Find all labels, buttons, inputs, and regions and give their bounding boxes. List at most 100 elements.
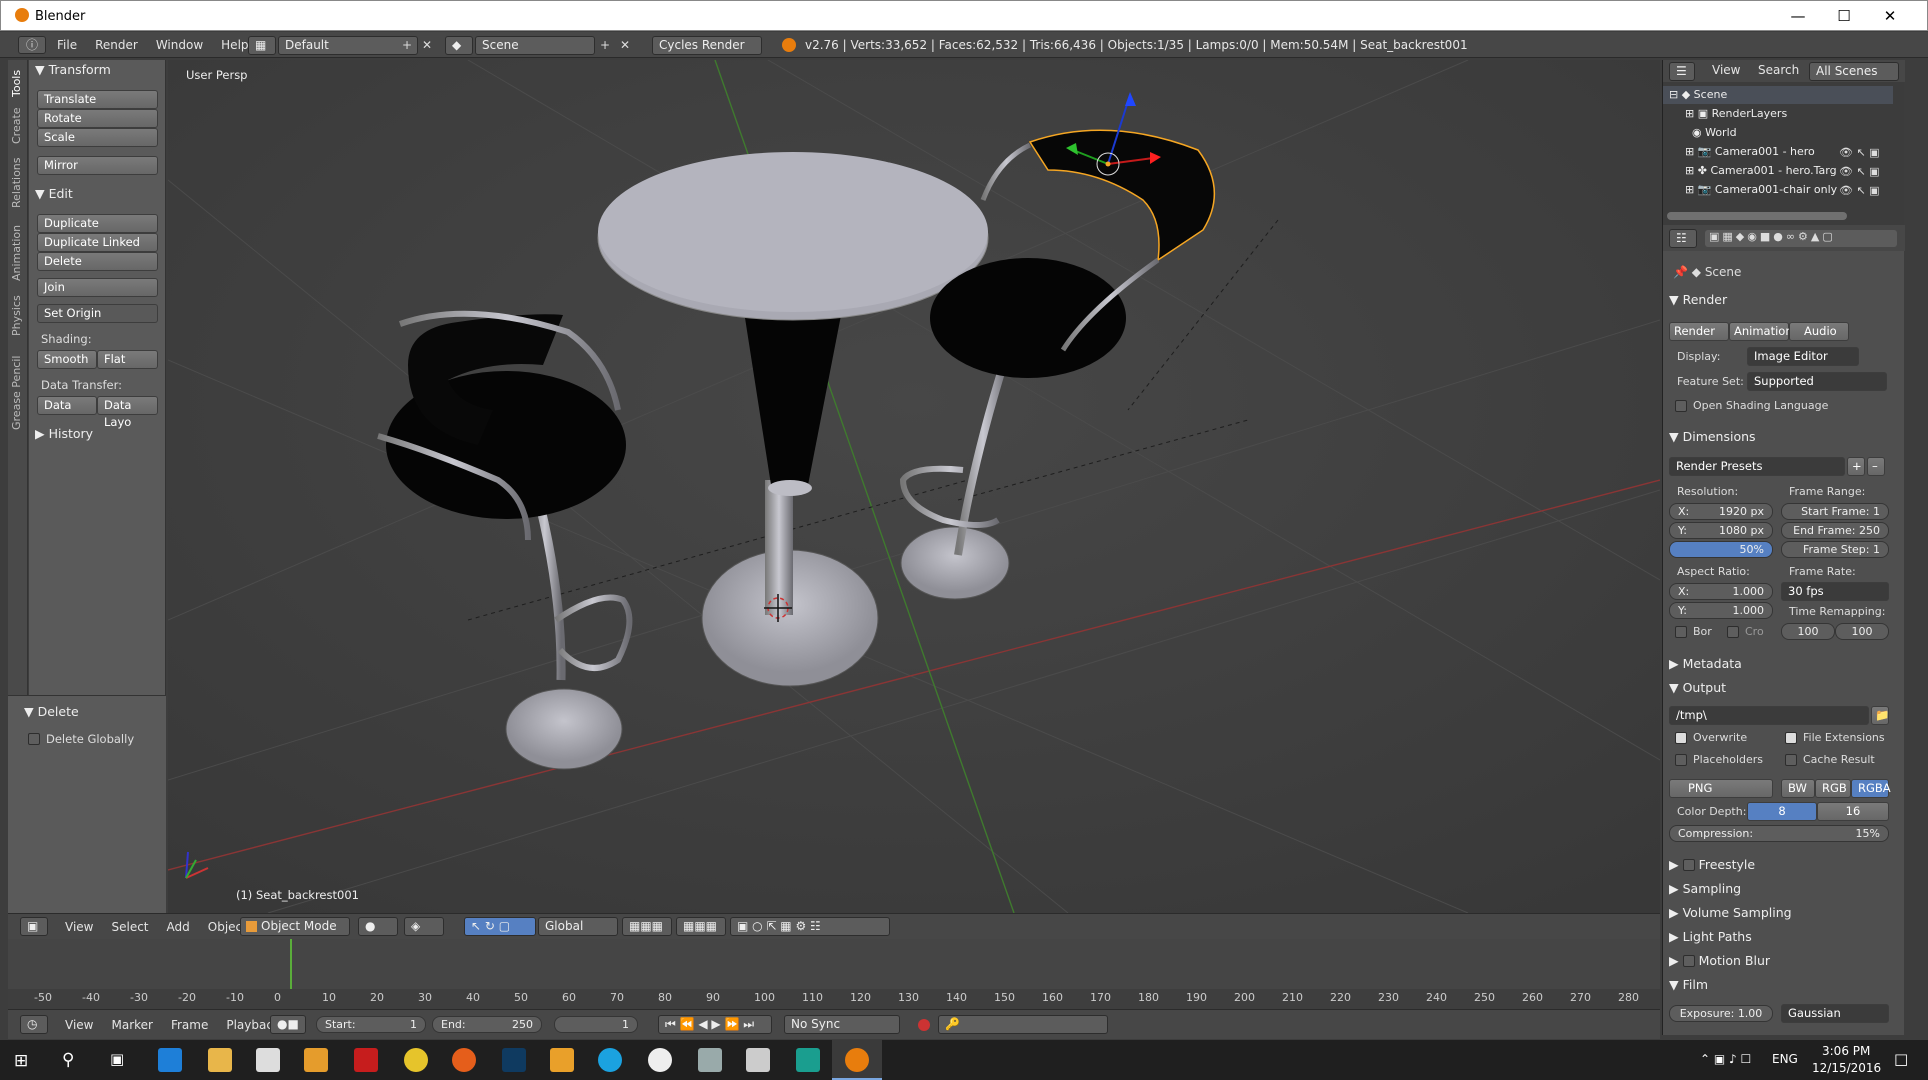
outliner-scrollbar[interactable] — [1667, 212, 1847, 220]
end-frame-input[interactable]: End Frame: 250 — [1781, 522, 1889, 539]
duplicate-linked-button[interactable]: Duplicate Linked — [37, 233, 158, 252]
add-scene-icon[interactable]: + — [600, 38, 610, 52]
volume-sampling-panel-header[interactable]: ▶ Volume Sampling — [1669, 905, 1792, 920]
film-panel-header[interactable]: ▼ Film — [1669, 977, 1708, 992]
tab-create[interactable]: Create — [10, 106, 26, 146]
visibility-eye-icon-2[interactable]: 👁 ↖ ▣ — [1839, 165, 1880, 178]
end-frame-field[interactable]: End: 250 — [432, 1016, 542, 1033]
menu-select[interactable]: Select — [102, 914, 157, 940]
tab-relations[interactable]: Relations — [10, 154, 26, 212]
outliner-view-menu[interactable]: View — [1703, 58, 1749, 82]
remove-preset-icon[interactable]: – — [1867, 457, 1885, 476]
tab-physics[interactable]: Physics — [10, 292, 26, 340]
editor-type-icon[interactable]: ⓘ — [18, 36, 46, 54]
scale-button[interactable]: Scale — [37, 128, 158, 147]
language-indicator[interactable]: ENG — [1772, 1052, 1798, 1066]
menu-frame[interactable]: Frame — [162, 1012, 217, 1038]
preview-range-icon[interactable]: ●■ — [270, 1015, 306, 1034]
add-preset-icon[interactable]: + — [1847, 457, 1865, 476]
resolution-percent-slider[interactable]: 50% — [1669, 541, 1773, 558]
transform-panel-header[interactable]: ▼ Transform — [29, 60, 111, 80]
cache-result-checkbox[interactable] — [1785, 754, 1797, 766]
motion-blur-checkbox[interactable] — [1682, 955, 1695, 967]
color-depth-8-button[interactable]: 8 — [1747, 802, 1817, 821]
playback-controls[interactable]: ⏮ ⏪ ◀ ▶ ⏩ ⏭ — [658, 1015, 772, 1034]
sampling-panel-header[interactable]: ▶ Sampling — [1669, 881, 1741, 896]
folder-icon[interactable]: 📁 — [1871, 706, 1889, 725]
layout-selector[interactable]: Default — [278, 36, 418, 55]
menu-file[interactable]: File — [48, 32, 86, 58]
store-icon[interactable] — [256, 1048, 280, 1072]
exposure-field[interactable]: Exposure: 1.00 — [1669, 1005, 1773, 1022]
editor-type-outliner-icon[interactable]: ☰ — [1669, 62, 1695, 81]
editor-type-3d-icon[interactable]: ▣ — [20, 917, 48, 936]
resolution-y-field[interactable]: Y: 1080 px — [1669, 522, 1773, 539]
crop-checkbox[interactable] — [1727, 626, 1739, 638]
edge-browser-icon[interactable] — [158, 1048, 182, 1072]
layers-grid-2[interactable]: ▦▦▦ — [676, 917, 726, 936]
visibility-eye-icon[interactable]: 👁 ↖ ▣ — [1839, 146, 1880, 159]
visibility-eye-icon-3[interactable]: 👁 ↖ ▣ — [1839, 184, 1880, 197]
delete-button[interactable]: Delete — [37, 252, 158, 271]
join-button[interactable]: Join — [37, 278, 158, 297]
delete-globally-checkbox[interactable] — [28, 733, 40, 745]
aspect-y-field[interactable]: Y: 1.000 — [1669, 602, 1773, 619]
start-frame-field[interactable]: Start: 1 — [316, 1016, 426, 1033]
fps-selector[interactable]: 30 fps — [1781, 582, 1889, 601]
pivot-point-icon[interactable]: ◈ — [404, 917, 444, 936]
remove-scene-icon[interactable]: ✕ — [620, 38, 630, 52]
placeholders-checkbox[interactable] — [1675, 754, 1687, 766]
light-paths-panel-header[interactable]: ▶ Light Paths — [1669, 929, 1752, 944]
camera-chair-item[interactable]: ⊞ 📷 Camera001-chair only — [1685, 183, 1837, 196]
freestyle-panel-header[interactable]: ▶ Freestyle — [1669, 857, 1755, 872]
outlook-icon[interactable] — [550, 1048, 574, 1072]
output-path-field[interactable]: /tmp\ — [1669, 706, 1869, 725]
overwrite-checkbox[interactable] — [1675, 732, 1687, 744]
frame-step-input[interactable]: Frame Step: 1 — [1781, 541, 1889, 558]
feature-set-selector[interactable]: Supported — [1747, 372, 1887, 391]
search-icon[interactable]: ⚲ — [62, 1050, 74, 1070]
motion-blur-panel-header[interactable]: ▶ Motion Blur — [1669, 953, 1770, 968]
file-explorer-icon[interactable] — [208, 1048, 232, 1072]
tray-icons[interactable]: ⌃ ▣ ♪ ☐ — [1700, 1052, 1751, 1066]
delete-operator-header[interactable]: ▼ Delete — [18, 702, 79, 722]
clock-time[interactable]: 3:06 PM — [1822, 1044, 1870, 1058]
blender-taskbar-icon[interactable] — [845, 1048, 869, 1072]
menu-render[interactable]: Render — [86, 32, 147, 58]
set-origin-dropdown[interactable]: Set Origin — [37, 304, 158, 323]
menu-window[interactable]: Window — [147, 32, 212, 58]
start-windows-icon[interactable]: ⊞ — [14, 1051, 28, 1071]
rgba-button[interactable]: RGBA — [1851, 779, 1891, 798]
animation-button[interactable]: Animation — [1729, 322, 1793, 341]
layers-grid-1[interactable]: ▦▦▦ — [622, 917, 672, 936]
audio-button[interactable]: Audio — [1789, 322, 1849, 341]
file-extensions-checkbox[interactable] — [1785, 732, 1797, 744]
duplicate-button[interactable]: Duplicate — [37, 214, 158, 233]
dimensions-panel-header[interactable]: ▼ Dimensions — [1669, 429, 1756, 444]
skype-icon[interactable] — [598, 1048, 622, 1072]
context-tabs-icons[interactable]: ▣▦◆◉■●∞⚙▲▢ — [1705, 230, 1897, 247]
render-button[interactable]: Render — [1669, 322, 1729, 341]
photoshop-icon[interactable] — [502, 1048, 526, 1072]
media-player-icon[interactable] — [304, 1048, 328, 1072]
shade-smooth-button[interactable]: Smooth — [37, 350, 97, 369]
render-engine-selector[interactable]: Cycles Render — [652, 36, 762, 55]
timeline-editor[interactable]: -50 -40 -30 -20 -10 0 10 20 30 40 50 60 70 80 90 100 110… — [8, 939, 1660, 1009]
metadata-panel-header[interactable]: ▶ Metadata — [1669, 656, 1742, 671]
history-panel-header[interactable]: ▶ History — [29, 424, 93, 444]
data-layout-button[interactable]: Data Layo — [97, 396, 158, 429]
filter-selector[interactable]: Gaussian — [1781, 1004, 1889, 1023]
acrobat-icon[interactable] — [354, 1048, 378, 1072]
output-panel-header[interactable]: ▼ Output — [1669, 680, 1726, 695]
border-checkbox[interactable] — [1675, 626, 1687, 638]
menu-timeline-view[interactable]: View — [56, 1012, 102, 1038]
viewport-shading-icon[interactable]: ● — [358, 917, 398, 936]
current-frame-field[interactable]: 1 — [554, 1016, 638, 1033]
chrome-icon[interactable] — [404, 1048, 428, 1072]
render-presets-selector[interactable]: Render Presets — [1669, 457, 1845, 476]
rgb-button[interactable]: RGB — [1815, 779, 1851, 798]
sync-selector[interactable]: No Sync — [784, 1015, 900, 1034]
display-selector[interactable]: Image Editor — [1747, 347, 1859, 366]
close-button[interactable]: ✕ — [1867, 4, 1913, 28]
firefox-icon[interactable] — [452, 1048, 476, 1072]
